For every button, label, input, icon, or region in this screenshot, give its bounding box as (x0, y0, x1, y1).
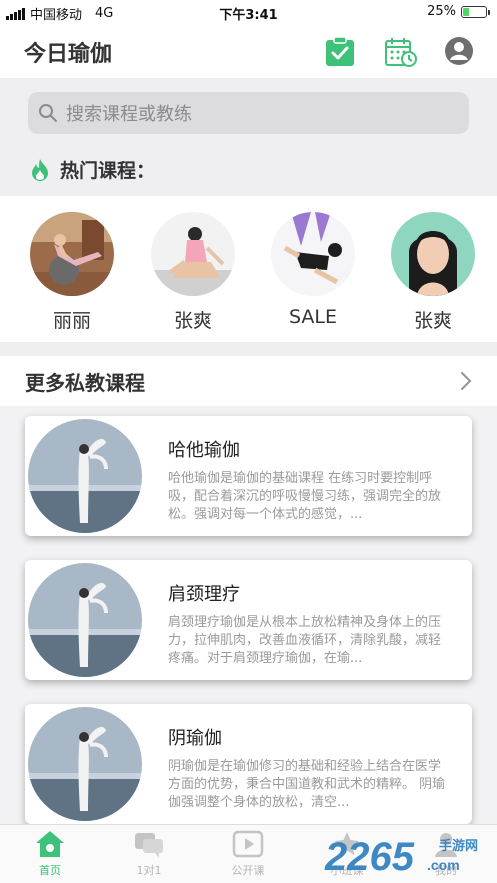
search-input[interactable]: 搜索课程或教练 (28, 92, 469, 134)
course-title: 肩颈理疗 (168, 584, 240, 605)
trainer-item[interactable]: SALE (271, 212, 355, 328)
flame-icon (32, 158, 48, 181)
trainer-name: 张爽 (413, 310, 452, 332)
trainer-avatar (30, 212, 114, 296)
trainer-item[interactable]: 张爽 (391, 212, 475, 333)
tab-label: 小班课 (330, 864, 364, 877)
section-title: 更多私教课程 (25, 371, 145, 395)
search-placeholder: 搜索课程或教练 (66, 104, 192, 125)
trainer-name: SALE (288, 306, 337, 328)
course-desc: 肩颈理疗瑜伽是从根本上放松精神及身体上的压力，拉伸肌肉，改善血液循环，清除乳酸，… (168, 615, 442, 666)
course-title: 阴瑜伽 (168, 728, 222, 749)
course-image (28, 563, 142, 677)
trainer-avatar (151, 212, 235, 296)
course-image (28, 707, 142, 821)
course-desc: 阴瑜伽是在瑜伽修习的基础和经验上结合在医学方面的优势，秉合中国道教和武术的精粹。… (168, 759, 446, 810)
trainer-name: 丽丽 (52, 310, 91, 332)
trainer-item[interactable]: 丽丽 (30, 212, 114, 333)
search-icon (39, 104, 57, 122)
trainer-avatar (391, 212, 475, 296)
tab-label: 公开课 (231, 864, 265, 877)
course-title: 哈他瑜伽 (168, 440, 240, 461)
course-card[interactable]: 肩颈理疗 肩颈理疗瑜伽是从根本上放松精神及身体上的压力，拉伸肌肉，改善血液循环，… (25, 560, 472, 680)
calendar-clock-icon[interactable] (384, 36, 417, 68)
chevron-right-icon (460, 371, 472, 391)
tab-bar: 首页 1对1 公开课 小班课 我的 (0, 824, 497, 883)
clipboard-check-icon[interactable] (324, 36, 356, 68)
play-icon (232, 830, 264, 858)
star-icon (335, 832, 359, 855)
private-courses-header[interactable]: 更多私教课程 (0, 356, 497, 406)
trainer-carousel: 丽丽 张爽 SALE 张爽 (0, 196, 497, 342)
profile-icon (435, 833, 457, 857)
tab-small-class[interactable]: 小班课 (312, 829, 382, 878)
battery-percent: 25% (427, 4, 456, 19)
status-right: 25% (427, 4, 490, 19)
hot-courses-title: 热门课程： (60, 160, 156, 182)
tab-label: 1对1 (136, 864, 162, 877)
tab-home[interactable]: 首页 (15, 829, 85, 878)
status-time: 下午3:41 (219, 8, 278, 23)
tab-public-class[interactable]: 公开课 (213, 829, 283, 878)
course-image (28, 419, 142, 533)
status-bar: 中国移动 4G 下午3:41 25% (0, 0, 497, 24)
tab-label: 我的 (435, 864, 457, 877)
app-header: 今日瑜伽 (0, 24, 497, 78)
tab-label: 首页 (39, 864, 61, 877)
course-list: 哈他瑜伽 哈他瑜伽是瑜伽的基础课程 在练习时要控制呼吸，配合着深沉的呼吸慢慢习练… (0, 406, 497, 824)
home-icon (36, 831, 64, 857)
tab-mine[interactable]: 我的 (411, 829, 481, 878)
course-desc: 哈他瑜伽是瑜伽的基础课程 在练习时要控制呼吸，配合着深沉的呼吸慢慢习练，强调完全… (168, 471, 442, 522)
battery-icon (461, 5, 490, 18)
trainer-item[interactable]: 张爽 (151, 212, 235, 333)
page-title: 今日瑜伽 (24, 42, 113, 67)
trainer-name: 张爽 (173, 310, 212, 332)
user-icon[interactable] (444, 36, 476, 68)
trainer-avatar (271, 212, 355, 296)
hot-courses-header: 热门课程： (30, 156, 155, 183)
course-card[interactable]: 阴瑜伽 阴瑜伽是在瑜伽修习的基础和经验上结合在医学方面的优势，秉合中国道教和武术… (25, 704, 472, 824)
course-card[interactable]: 哈他瑜伽 哈他瑜伽是瑜伽的基础课程 在练习时要控制呼吸，配合着深沉的呼吸慢慢习练… (25, 416, 472, 536)
chat-icon (135, 833, 163, 858)
tab-one-on-one[interactable]: 1对1 (114, 829, 184, 878)
section-divider (0, 342, 497, 356)
